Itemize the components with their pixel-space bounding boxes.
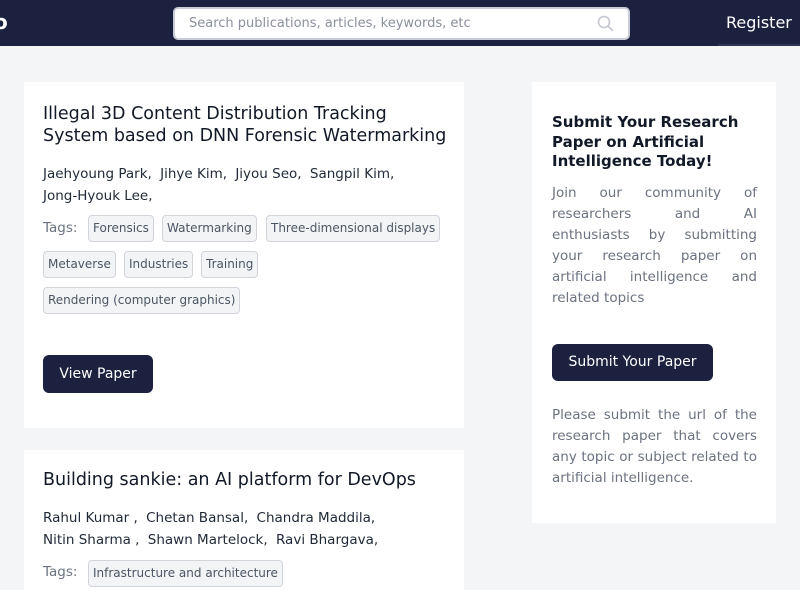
submit-paper-button[interactable]: Submit Your Paper [552,344,713,381]
search-bar[interactable] [173,7,630,40]
search-icon[interactable] [596,15,614,33]
author-name[interactable]: Jaehyoung Park, [43,166,152,182]
tag-chip[interactable]: Infrastructure and architecture [88,560,283,587]
submit-paper-panel: Submit Your Research Paper on Artificial… [532,82,776,523]
tags-label: Tags: [43,564,78,580]
author-name[interactable]: Rahul Kumar , [43,510,138,526]
site-logo[interactable]: o [0,10,8,34]
author-name[interactable]: Nitin Sharma , [43,532,139,548]
submit-panel-description: Join our community of researchers and AI… [552,185,757,306]
author-name[interactable]: Ravi Bhargava, [276,532,378,548]
author-name[interactable]: Chandra Maddila, [257,510,376,526]
register-divider [718,44,800,46]
tag-chip[interactable]: Rendering (computer graphics) [43,287,241,314]
author-list: Jaehyoung Park, Jihye Kim, Jiyou Seo, Sa… [43,163,443,207]
search-input[interactable] [189,9,596,38]
tag-chip[interactable]: Training [201,251,259,278]
author-list: Rahul Kumar , Chetan Bansal, Chandra Mad… [43,507,443,551]
submit-panel-note: Please submit the url of the research pa… [552,407,757,486]
tag-chip[interactable]: Three-dimensional displays [266,215,441,242]
tag-chip[interactable]: Industries [124,251,194,278]
author-name[interactable]: Chetan Bansal, [146,510,248,526]
submit-panel-title: Submit Your Research Paper on Artificial… [552,113,739,170]
author-name[interactable]: Jong-Hyouk Lee, [43,188,153,204]
top-navigation-bar: o Register [0,0,800,46]
tags-label: Tags: [43,220,78,236]
paper-title[interactable]: Illegal 3D Content Distribution Tracking… [43,103,453,147]
tag-chip[interactable]: Metaverse [43,251,116,278]
view-paper-button[interactable]: View Paper [43,355,153,393]
author-name[interactable]: Shawn Martelock, [148,532,268,548]
paper-title[interactable]: Building sankie: an AI platform for DevO… [43,469,453,491]
paper-card: Illegal 3D Content Distribution Tracking… [24,82,464,428]
tag-chip[interactable]: Watermarking [162,215,257,242]
register-button[interactable]: Register [720,0,800,46]
author-name[interactable]: Sangpil Kim, [310,166,394,182]
author-name[interactable]: Jiyou Seo, [235,166,301,182]
paper-card: Building sankie: an AI platform for DevO… [24,450,464,590]
author-name[interactable]: Jihye Kim, [160,166,227,182]
tag-chip[interactable]: Forensics [88,215,154,242]
